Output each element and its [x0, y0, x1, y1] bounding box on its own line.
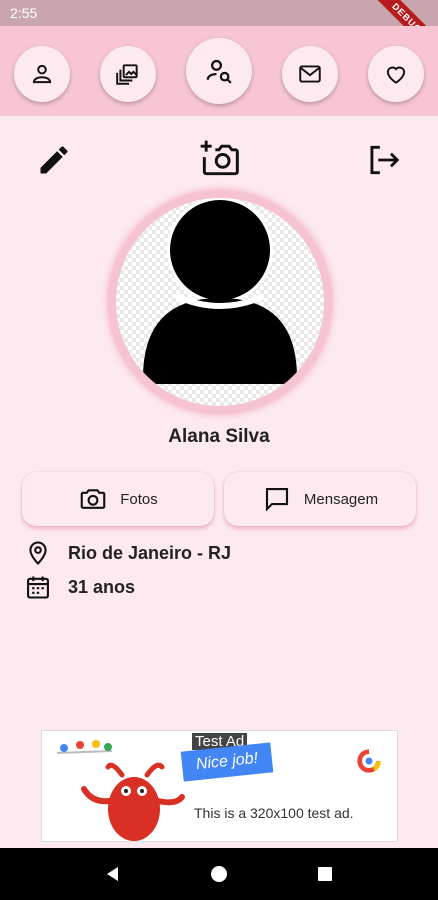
mail-icon	[299, 65, 321, 83]
status-time: 2:55	[10, 5, 38, 21]
calendar-icon	[27, 576, 49, 599]
test-ad-banner[interactable]: Test Ad Nice job! This is a 320x100 test…	[41, 730, 398, 842]
profile-avatar[interactable]	[108, 190, 332, 414]
system-nav-bar	[0, 848, 438, 900]
location-text: Rio de Janeiro - RJ	[68, 542, 232, 563]
photos-button[interactable]: Fotos	[22, 472, 214, 526]
favorites-nav-button[interactable]	[368, 46, 424, 102]
add-photo-button[interactable]	[196, 136, 242, 182]
logout-button[interactable]	[362, 140, 404, 180]
photo-library-icon	[116, 64, 138, 85]
nice-job-text: Nice job!	[195, 749, 259, 774]
top-nav	[0, 26, 438, 116]
messages-nav-button[interactable]	[282, 46, 338, 102]
recents-icon[interactable]	[315, 864, 335, 884]
search-people-nav-button[interactable]	[186, 38, 252, 104]
message-button-label: Mensagem	[303, 490, 379, 508]
age-text: 31 anos	[68, 576, 136, 597]
chat-bubble-icon	[265, 487, 288, 512]
avatar-image	[116, 198, 324, 406]
status-bar: 2:55	[0, 0, 438, 26]
profile-nav-button[interactable]	[14, 46, 70, 102]
heart-icon	[386, 66, 406, 84]
back-icon[interactable]	[103, 864, 123, 884]
camera-icon	[80, 489, 106, 509]
default-person-icon	[143, 198, 297, 384]
ad-mascot-image	[56, 740, 185, 841]
add-camera-icon	[200, 140, 239, 176]
ad-text: This is a 320x100 test ad.	[194, 805, 354, 821]
photos-button-label: Fotos	[120, 490, 158, 508]
location-row: Rio de Janeiro - RJ	[24, 539, 231, 567]
person-icon	[32, 64, 52, 84]
profile-name: Alana Silva	[168, 426, 270, 447]
message-button[interactable]: Mensagem	[224, 472, 416, 526]
person-search-icon	[206, 59, 232, 84]
location-pin-icon	[29, 541, 47, 565]
gallery-nav-button[interactable]	[100, 46, 156, 102]
logout-icon	[370, 145, 400, 175]
edit-pencil-icon	[40, 146, 68, 174]
admob-logo-icon	[357, 749, 381, 773]
age-row: 31 anos	[24, 573, 135, 601]
edit-profile-button[interactable]	[34, 140, 74, 180]
home-icon[interactable]	[209, 864, 229, 884]
